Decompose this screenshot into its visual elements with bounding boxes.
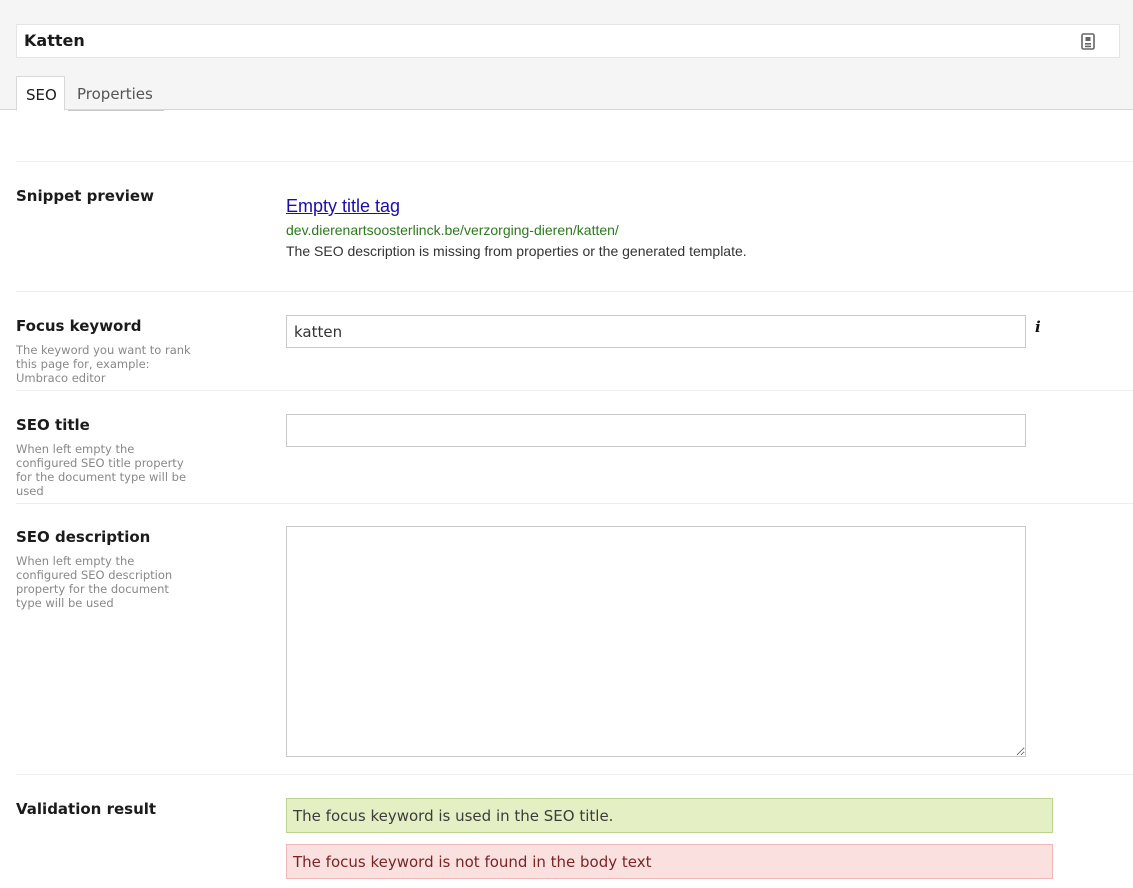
focus-keyword-input[interactable]: [286, 315, 1026, 348]
divider: [16, 774, 1133, 775]
divider: [16, 291, 1133, 292]
info-icon[interactable]: i: [1035, 318, 1041, 336]
seo-title-label: SEO title: [16, 416, 90, 434]
seo-title-description: When left empty the configured SEO title…: [16, 442, 187, 498]
divider: [16, 161, 1133, 162]
node-name-box: [16, 24, 1120, 58]
seo-title-input[interactable]: [286, 414, 1026, 447]
seo-description-label: SEO description: [16, 528, 151, 546]
node-name-input[interactable]: [17, 25, 1077, 57]
editor-header: SEO Properties: [0, 0, 1133, 111]
validation-result-label: Validation result: [16, 800, 157, 818]
focus-keyword-label: Focus keyword: [16, 317, 142, 335]
validation-error-message: The focus keyword is not found in the bo…: [286, 844, 1053, 879]
validation-success-message: The focus keyword is used in the SEO tit…: [286, 798, 1053, 833]
snippet-title-link[interactable]: Empty title tag: [286, 196, 400, 217]
seo-description-description: When left empty the configured SEO descr…: [16, 554, 173, 610]
tab-seo[interactable]: SEO: [16, 76, 65, 111]
focus-keyword-description: The keyword you want to rank this page f…: [16, 343, 191, 385]
snippet-url: dev.dierenartsoosterlinck.be/verzorging-…: [286, 222, 619, 238]
tab-properties[interactable]: Properties: [68, 76, 164, 111]
snippet-description: The SEO description is missing from prop…: [286, 243, 747, 259]
snippet-preview-label: Snippet preview: [16, 187, 154, 205]
seo-description-textarea[interactable]: [286, 526, 1026, 757]
divider: [16, 503, 1133, 504]
document-icon[interactable]: [1081, 33, 1095, 50]
divider: [16, 390, 1133, 391]
